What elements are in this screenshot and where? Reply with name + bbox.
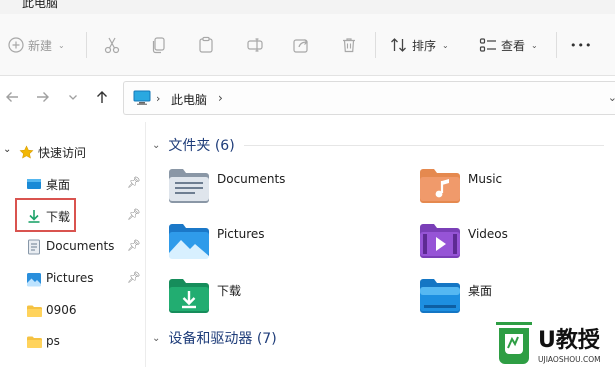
sidebar-item-label: 桌面 bbox=[46, 178, 71, 192]
folder-tile-downloads[interactable]: 下载 bbox=[167, 276, 367, 320]
pictures-folder-icon bbox=[169, 224, 209, 259]
pin-icon: 📌︎ bbox=[127, 208, 141, 221]
highlight-annotation bbox=[15, 198, 76, 232]
plus-circle-icon bbox=[8, 37, 24, 53]
recent-locations-icon[interactable] bbox=[62, 86, 84, 108]
star-icon bbox=[17, 143, 35, 161]
cut-icon[interactable] bbox=[101, 34, 123, 56]
music-folder-icon bbox=[420, 169, 460, 203]
new-button[interactable]: 新建 ⌄ bbox=[8, 32, 65, 58]
new-label: 新建 bbox=[28, 38, 53, 53]
this-pc-icon bbox=[133, 90, 151, 110]
address-dropdown-icon[interactable]: ⌄ bbox=[608, 91, 615, 104]
folder-name: 下载 bbox=[217, 284, 242, 298]
folder-name: Videos bbox=[468, 227, 508, 241]
sidebar-item-pictures[interactable]: Pictures 📌︎ bbox=[0, 267, 146, 291]
folder-name: 桌面 bbox=[468, 284, 493, 298]
view-label: 查看 bbox=[501, 38, 526, 53]
chevron-down-icon: ⌄ bbox=[442, 40, 449, 50]
videos-folder-icon bbox=[420, 224, 460, 258]
folder-tile-videos[interactable]: Videos bbox=[418, 221, 615, 265]
desktop-folder-icon bbox=[420, 279, 460, 313]
desktop-icon bbox=[25, 175, 43, 193]
toolbar-separator bbox=[375, 32, 376, 58]
watermark-url: UJIAOSHOU.COM bbox=[538, 355, 601, 364]
window-title: 此电脑 bbox=[22, 0, 59, 10]
folder-name: Pictures bbox=[217, 227, 265, 241]
command-bar: 新建 ⌄ 排序 ⌄ 查看 ⌄ ••• bbox=[0, 14, 615, 76]
sidebar-item-label: Documents bbox=[46, 239, 115, 253]
sort-button[interactable]: 排序 ⌄ bbox=[390, 32, 449, 58]
devices-group-header[interactable]: ⌄ 设备和驱动器 (7) bbox=[152, 327, 277, 349]
sidebar-item-label: 0906 bbox=[46, 303, 77, 317]
folder-icon bbox=[25, 333, 43, 351]
watermark-brand: U教授 bbox=[538, 327, 601, 353]
chevron-down-icon: ⌄ bbox=[531, 40, 538, 50]
chevron-right-icon: › bbox=[156, 92, 161, 105]
pin-icon: 📌︎ bbox=[127, 176, 141, 189]
quick-access-label: 快速访问 bbox=[38, 146, 87, 160]
sort-icon bbox=[391, 38, 406, 52]
downloads-folder-icon bbox=[169, 279, 209, 313]
chevron-right-icon: › bbox=[218, 91, 223, 105]
folder-tile-pictures[interactable]: Pictures bbox=[167, 221, 367, 265]
chevron-down-icon: ⌄ bbox=[58, 40, 65, 50]
view-button[interactable]: 查看 ⌄ bbox=[479, 32, 538, 58]
forward-arrow-icon[interactable] bbox=[32, 86, 54, 108]
paste-icon[interactable] bbox=[195, 34, 217, 56]
folder-tile-documents[interactable]: Documents bbox=[167, 166, 367, 210]
folder-icon bbox=[25, 302, 43, 320]
more-icon: ••• bbox=[570, 38, 593, 52]
toolbar-separator bbox=[86, 32, 87, 58]
share-icon[interactable] bbox=[290, 34, 312, 56]
navigation-pane: ⌄ 快速访问 桌面 📌︎ 下载 📌︎ Documents 📌︎ Pictures… bbox=[0, 122, 146, 367]
folder-name: Documents bbox=[217, 172, 286, 186]
chevron-down-icon: ⌄ bbox=[3, 144, 12, 155]
chevron-down-icon: ⌄ bbox=[152, 139, 161, 151]
rename-icon[interactable] bbox=[244, 34, 266, 56]
sidebar-item-label: Pictures bbox=[46, 271, 94, 285]
sidebar-item-label: ps bbox=[46, 334, 60, 348]
copy-icon[interactable] bbox=[148, 34, 170, 56]
toolbar-separator bbox=[556, 32, 557, 58]
navigation-bar: › 此电脑 › ⌄ bbox=[0, 76, 615, 120]
devices-group-label: 设备和驱动器 (7) bbox=[168, 331, 277, 347]
sidebar-item-quick-access[interactable]: ⌄ 快速访问 bbox=[0, 140, 146, 164]
folder-tile-music[interactable]: Music bbox=[418, 166, 615, 210]
sidebar-item-documents[interactable]: Documents 📌︎ bbox=[0, 235, 146, 259]
sort-label: 排序 bbox=[412, 38, 437, 53]
up-arrow-icon[interactable] bbox=[91, 86, 113, 108]
chevron-down-icon: ⌄ bbox=[152, 332, 161, 344]
view-icon bbox=[479, 38, 496, 52]
folders-group-label: 文件夹 (6) bbox=[168, 138, 235, 154]
divider bbox=[244, 145, 604, 146]
sidebar-item-ps[interactable]: ps bbox=[0, 330, 146, 354]
pin-icon: 📌︎ bbox=[127, 239, 141, 252]
documents-folder-icon bbox=[169, 169, 209, 203]
watermark-logo: U教授 UJIAOSHOU.COM bbox=[494, 312, 615, 367]
title-bar: 此电脑 bbox=[0, 0, 615, 14]
folders-group-header[interactable]: ⌄ 文件夹 (6) bbox=[152, 134, 604, 156]
more-options-button[interactable]: ••• bbox=[570, 32, 592, 58]
sidebar-item-0906[interactable]: 0906 bbox=[0, 299, 146, 323]
address-path: 此电脑 bbox=[171, 93, 208, 107]
pictures-icon bbox=[25, 270, 43, 288]
documents-icon bbox=[25, 238, 43, 256]
back-arrow-icon[interactable] bbox=[1, 86, 23, 108]
address-bar[interactable]: › 此电脑 › ⌄ bbox=[123, 81, 615, 115]
pin-icon: 📌︎ bbox=[127, 271, 141, 284]
folder-name: Music bbox=[468, 172, 503, 186]
delete-icon[interactable] bbox=[338, 34, 360, 56]
sidebar-item-desktop[interactable]: 桌面 📌︎ bbox=[0, 172, 146, 196]
